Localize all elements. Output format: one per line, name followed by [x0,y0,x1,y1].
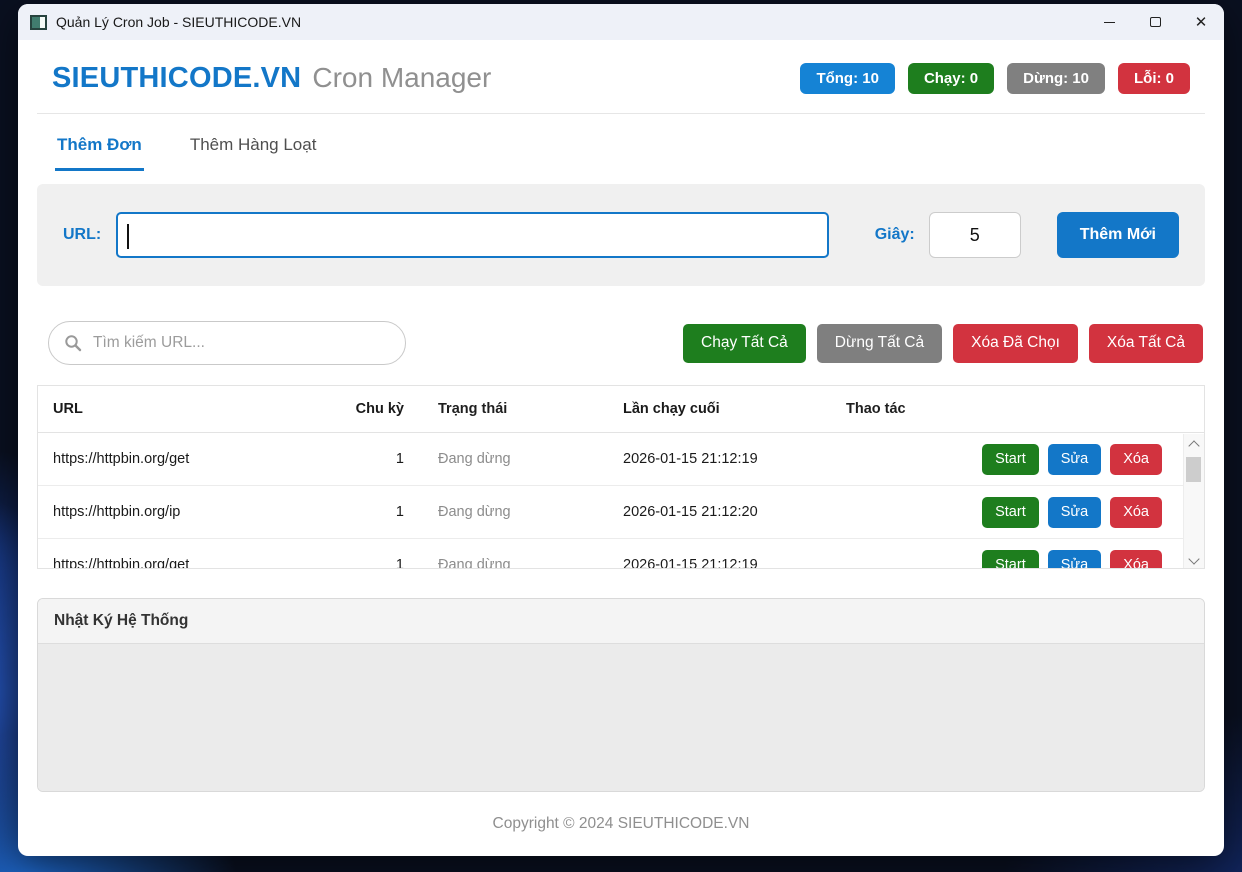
delete-all-button[interactable]: Xóa Tất Cả [1089,324,1203,363]
add-new-button[interactable]: Thêm Mới [1057,212,1179,258]
delete-button[interactable]: Xóa [1110,444,1162,475]
app-icon [30,15,47,30]
search-input[interactable] [48,321,406,365]
window-title: Quản Lý Cron Job - SIEUTHICODE.VN [56,14,301,30]
header-divider [37,113,1205,114]
column-header-last-run: Lần chạy cuối [608,401,831,417]
cell-actions: Start Sửa Xóa [831,444,1204,475]
search-icon [64,334,82,352]
run-all-button[interactable]: Chạy Tất Cả [683,324,806,363]
page-title: Cron Manager [312,62,491,94]
badge-stopped: Dừng: 10 [1007,63,1105,94]
edit-button[interactable]: Sửa [1048,550,1101,570]
cell-url: https://httpbin.org/ip [38,504,323,520]
search-wrap [48,321,406,365]
brand-title: SIEUTHICODE.VN [52,62,301,95]
maximize-icon [1150,17,1161,27]
url-label: URL: [63,226,101,244]
start-button[interactable]: Start [982,497,1039,528]
edit-button[interactable]: Sửa [1048,444,1101,475]
tab-them-hang-loat[interactable]: Thêm Hàng Loạt [188,122,319,171]
table-scrollbar[interactable] [1183,434,1204,568]
close-icon: ✕ [1195,15,1208,30]
table-row[interactable]: https://httpbin.org/get 1 Đang dừng 2026… [38,433,1204,486]
minimize-icon [1104,22,1115,23]
delete-selected-button[interactable]: Xóa Đã Chọı [953,324,1078,363]
badge-running: Chạy: 0 [908,63,994,94]
table-body: https://httpbin.org/get 1 Đang dừng 2026… [38,433,1204,569]
cell-status: Đang dừng [418,504,608,520]
cell-actions: Start Sửa Xóa [831,497,1204,528]
column-header-actions: Thao tác [831,401,1204,417]
table-row[interactable]: https://httpbin.org/get 1 Đang dừng 2026… [38,539,1204,569]
badge-errors: Lỗi: 0 [1118,63,1190,94]
cell-actions: Start Sửa Xóa [831,550,1204,570]
main-content: SIEUTHICODE.VN Cron Manager Tổng: 10 Chạ… [18,40,1224,856]
cell-interval: 1 [323,504,418,520]
titlebar: Quản Lý Cron Job - SIEUTHICODE.VN ✕ [18,4,1224,40]
jobs-table: URL Chu kỳ Trạng thái Lần chạy cuối Thao… [37,385,1205,569]
cell-status: Đang dừng [418,557,608,569]
window-controls: ✕ [1086,4,1224,40]
seconds-label: Giây: [875,226,915,244]
table-row[interactable]: https://httpbin.org/ip 1 Đang dừng 2026-… [38,486,1204,539]
maximize-button[interactable] [1132,4,1178,40]
bulk-action-buttons: Chạy Tất Cả Dừng Tất Cả Xóa Đã Chọı Xóa … [683,324,1203,363]
close-button[interactable]: ✕ [1178,4,1224,40]
badge-total: Tổng: 10 [800,63,895,94]
column-header-status: Trạng thái [418,401,608,417]
delete-button[interactable]: Xóa [1110,497,1162,528]
system-log-body [38,644,1204,791]
url-input[interactable] [116,212,829,258]
start-button[interactable]: Start [982,444,1039,475]
tab-them-don[interactable]: Thêm Đơn [55,122,144,171]
scroll-up-icon[interactable] [1188,440,1199,451]
cell-last-run: 2026-01-15 21:12:19 [608,557,831,569]
table-header-row: URL Chu kỳ Trạng thái Lần chạy cuối Thao… [38,386,1204,433]
scrollbar-thumb[interactable] [1186,457,1201,482]
scroll-down-icon[interactable] [1188,553,1199,564]
cell-interval: 1 [323,451,418,467]
cell-url: https://httpbin.org/get [38,451,323,467]
seconds-input[interactable] [929,212,1021,258]
cell-interval: 1 [323,557,418,569]
copyright-text: Copyright © 2024 SIEUTHICODE.VN [37,815,1205,833]
toolbar: Chạy Tất Cả Dừng Tất Cả Xóa Đã Chọı Xóa … [37,321,1205,365]
edit-button[interactable]: Sửa [1048,497,1101,528]
column-header-interval: Chu kỳ [323,401,418,417]
tab-bar: Thêm Đơn Thêm Hàng Loạt [37,122,1205,171]
app-header: SIEUTHICODE.VN Cron Manager Tổng: 10 Chạ… [37,62,1205,95]
app-window: Quản Lý Cron Job - SIEUTHICODE.VN ✕ SIEU… [18,4,1224,856]
start-button[interactable]: Start [982,550,1039,570]
delete-button[interactable]: Xóa [1110,550,1162,570]
system-log-title: Nhật Ký Hệ Thống [38,599,1204,644]
stop-all-button[interactable]: Dừng Tất Cả [817,324,942,363]
cell-last-run: 2026-01-15 21:12:20 [608,504,831,520]
cell-url: https://httpbin.org/get [38,557,323,569]
brand-row: SIEUTHICODE.VN Cron Manager [37,62,491,95]
add-job-form: URL: Giây: Thêm Mới [37,184,1205,286]
column-header-url: URL [38,401,323,417]
minimize-button[interactable] [1086,4,1132,40]
text-caret [127,224,129,249]
cell-status: Đang dừng [418,451,608,467]
status-badges: Tổng: 10 Chạy: 0 Dừng: 10 Lỗi: 0 [800,63,1205,94]
cell-last-run: 2026-01-15 21:12:19 [608,451,831,467]
system-log-panel: Nhật Ký Hệ Thống [37,598,1205,792]
